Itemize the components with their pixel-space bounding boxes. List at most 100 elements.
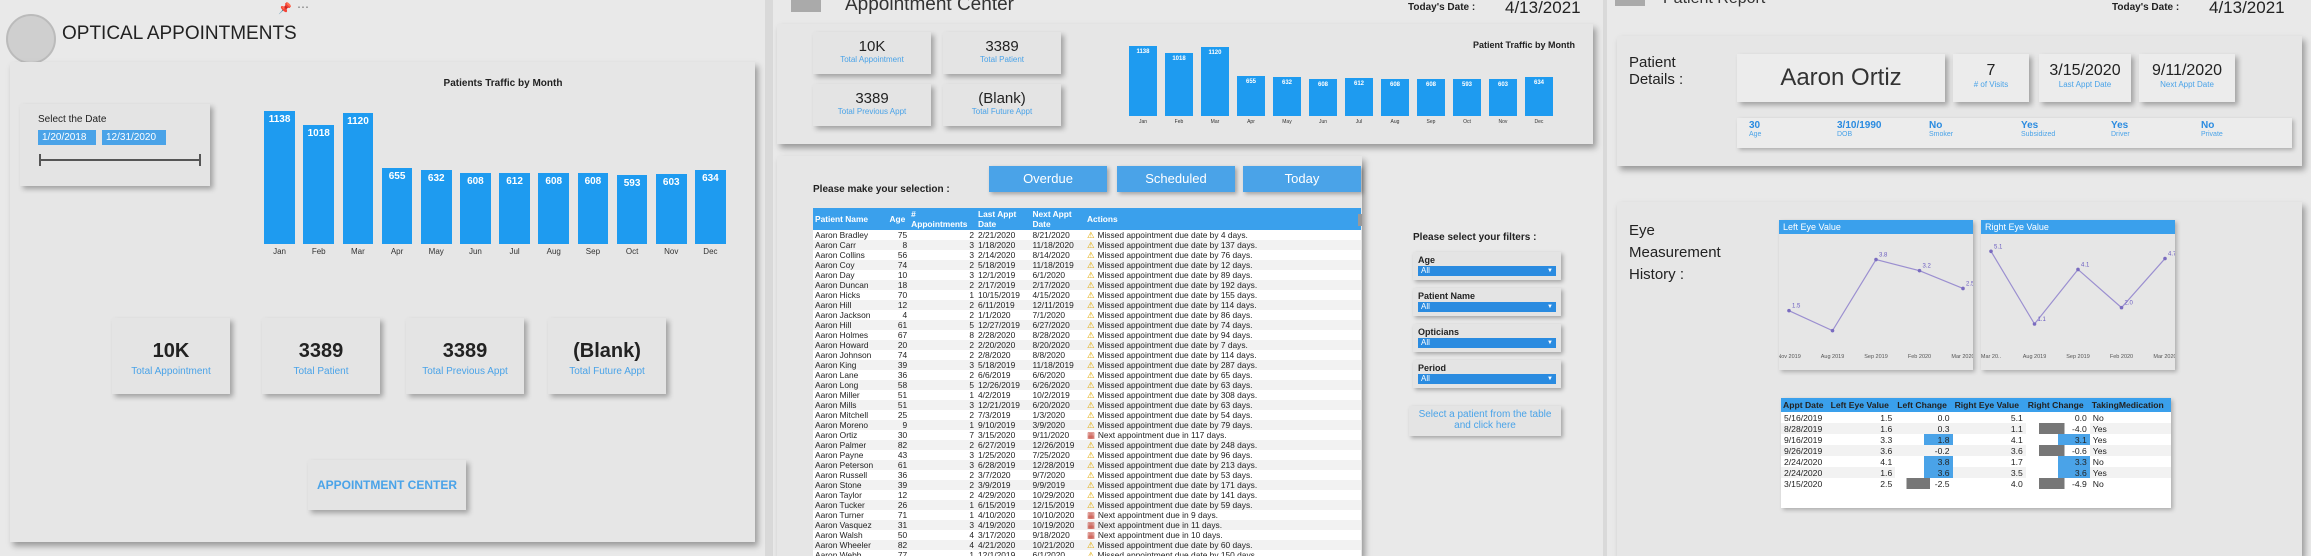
table-cell: ▦ Next appointment due in 9 days. [1085,510,1361,520]
table-row[interactable]: Aaron Peterson 61 3 6/28/2019 12/28/2019 ⚠ Mis… [813,460,1361,470]
column-header[interactable]: Actions [1084,208,1361,230]
home-icon[interactable] [791,0,821,12]
warning-icon: ⚠ [1086,370,1095,380]
table-row[interactable]: Aaron Stone 39 2 3/9/2019 9/9/2019 ⚠ Missed ap… [813,480,1361,490]
table-cell: 25 [897,410,908,420]
filter-button-scheduled[interactable]: Scheduled [1117,166,1235,192]
filter-button-overdue[interactable]: Overdue [989,166,1107,192]
home-icon[interactable] [1615,0,1645,6]
table-row[interactable]: Aaron Lane 36 2 6/6/2019 6/6/2020 ⚠ Missed app… [813,370,1361,380]
filter-dropdown[interactable]: All [1418,266,1556,276]
table-row[interactable]: Aaron Hill 61 5 12/27/2019 6/27/2020 ⚠ Missed … [813,320,1361,330]
left-eye-line-chart: 1.5 Nov 2019 Aug 2019 3.8 Sep 2019 3.2 Feb 202… [1777,253,1975,360]
table-row[interactable]: Aaron Collins 56 3 2/14/2020 8/14/2020 ⚠ Misse… [813,250,1361,260]
table-cell: -4.9 [2025,478,2090,489]
table-row[interactable]: Aaron Russell 36 2 3/7/2020 9/7/2020 ⚠ Missed … [813,470,1361,480]
column-header[interactable]: Left Change [1895,398,1953,412]
table-row[interactable]: Aaron Walsh 50 4 3/17/2020 9/18/2020 ▦ Next ap… [813,530,1361,540]
table-row[interactable]: Aaron Palmer 82 2 6/27/2019 12/26/2019 ⚠ Misse… [813,440,1361,450]
date-end-input[interactable]: 12/31/2020 [102,130,166,145]
table-row[interactable]: Aaron Taylor 12 2 4/29/2020 10/29/2020 ⚠ Misse… [813,490,1361,500]
filter-dropdown[interactable]: All [1418,302,1556,312]
table-row[interactable]: Aaron Howard 20 2 2/20/2020 8/20/2020 ⚠ Missed… [813,340,1361,350]
table-header-row: Patient Name Age # Appointments Last Appt D… [813,208,1361,230]
pin-icon[interactable]: 📌 [278,2,292,15]
table-row[interactable]: Aaron Jackson 4 2 1/1/2020 7/1/2020 ⚠ Missed a… [813,310,1361,320]
table-cell: 58 [897,380,908,390]
table-row[interactable]: Aaron Carr 8 3 1/18/2020 11/18/2020 ⚠ Missed a… [813,240,1361,250]
column-header[interactable]: Next Appt Date [1030,208,1085,230]
column-header[interactable]: Left Eye Value [1828,398,1896,412]
table-row[interactable]: Aaron Mills 51 3 12/21/2019 6/20/2020 ⚠ Missed… [813,400,1361,410]
column-header[interactable]: Appt Date [1781,398,1829,412]
filter-opticians[interactable]: Opticians All [1413,324,1561,352]
patient-name-card: Aaron Ortiz [1737,54,1945,102]
date-range-slider[interactable] [40,159,200,161]
appointment-center-button[interactable]: APPOINTMENT CENTER [308,460,466,510]
x-tick-label: Feb [1174,119,1184,125]
table-row[interactable]: 9/26/2019 3.6 -0.2 3.6 -0.6 Yes [1781,445,2171,456]
table-row[interactable]: Aaron Holmes 67 8 2/28/2020 8/28/2020 ⚠ Missed… [813,330,1361,340]
action-text: Next appointment due in 9 days. [1097,510,1218,520]
table-row[interactable]: 8/28/2019 1.6 0.3 1.1 -4.0 Yes [1781,423,2171,434]
table-cell: Aaron Mills [815,400,857,410]
bar-data-label: 655 [1245,78,1256,85]
table-row[interactable]: Aaron Bradley 75 2 2/21/2020 8/21/2020 ⚠ Misse… [813,230,1361,240]
action-text: Missed appointment due date by 96 days. [1097,450,1253,460]
table-row[interactable]: 2/24/2020 1.6 3.6 3.5 3.6 Yes [1781,467,2171,478]
table-row[interactable]: Aaron Coy 74 2 5/18/2019 11/18/2019 ⚠ Missed a… [813,260,1361,270]
table-row[interactable]: 5/16/2019 1.5 0.0 5.1 0.0 No [1781,412,2171,423]
table-scrollbar[interactable] [1358,214,1362,226]
patient-report-link[interactable]: Select a patient from the table and clic… [1409,406,1561,436]
table-row[interactable]: Aaron Miller 51 1 4/2/2019 10/2/2019 ⚠ Missed … [813,390,1361,400]
filter-age[interactable]: Age All [1413,252,1561,280]
table-row[interactable]: Aaron Moreno 9 1 9/10/2019 3/9/2020 ⚠ Missed a… [813,420,1361,430]
date-slicer[interactable]: Select the Date 1/20/2018 12/31/2020 [20,104,210,186]
warning-icon: ⚠ [1086,500,1095,510]
filter-dropdown[interactable]: All [1418,374,1556,384]
table-row[interactable]: Aaron Vasquez 31 3 4/19/2020 10/19/2020 ▦ Next… [813,520,1361,530]
action-text: Missed appointment due date by 59 days. [1097,500,1253,510]
filter-period[interactable]: Period All [1413,360,1561,388]
table-row[interactable]: Aaron Duncan 18 2 2/17/2019 2/17/2020 ⚠ Missed… [813,280,1361,290]
x-tick-label: Jul [1355,119,1363,125]
table-cell: 9/10/2019 [977,420,1016,430]
table-row[interactable]: Aaron Webb 77 1 12/1/2019 6/1/2020 ⚠ Missed ap… [813,550,1361,556]
filter-button-today[interactable]: Today [1243,166,1361,192]
table-row[interactable]: Aaron Long 58 5 12/26/2019 6/26/2020 ⚠ Missed … [813,380,1361,390]
table-cell: 1.6 [1880,423,1893,434]
column-header[interactable]: Last Appt Date [975,208,1031,230]
filter-patient-name[interactable]: Patient Name All [1413,288,1561,316]
table-cell: 1/3/2020 [1032,410,1066,420]
filter-dropdown[interactable]: All [1418,338,1556,348]
column-header[interactable]: Age [887,208,910,230]
table-cell: 1 [969,500,974,510]
table-row[interactable]: Aaron Wheeler 82 4 4/21/2020 10/21/2020 ⚠ Miss… [813,540,1361,550]
table-row[interactable]: Aaron Ortiz 30 7 3/15/2020 9/11/2020 ▦ Next ap… [813,430,1361,440]
more-options-icon[interactable]: ⋯ [297,0,309,14]
column-header[interactable]: Right Eye Value [1952,398,2026,412]
table-row[interactable]: Aaron Hill 12 2 6/11/2019 12/11/2019 ⚠ Missed … [813,300,1361,310]
table-row[interactable]: Aaron Turner 71 1 4/10/2020 10/10/2020 ▦ Next … [813,510,1361,520]
table-row[interactable]: 2/24/2020 4.1 3.8 1.7 3.3 No [1781,456,2171,467]
table-row[interactable]: Aaron Hicks 70 1 10/15/2019 4/15/2020 ⚠ Missed… [813,290,1361,300]
data-label: 4.1 [2081,262,2090,268]
table-row[interactable]: Aaron Payne 43 3 1/25/2020 7/25/2020 ⚠ Missed … [813,450,1361,460]
column-header[interactable]: # Appointments [909,208,976,230]
today-value: 4/13/2021 [2209,0,2285,17]
x-tick-label: Jul [509,247,520,256]
data-label: 3.2 [1923,264,1932,270]
column-header[interactable]: Patient Name [813,208,888,230]
table-row[interactable]: Aaron Day 10 3 12/1/2019 6/1/2020 ⚠ Missed app… [813,270,1361,280]
column-header[interactable]: TakingMedication [2089,398,2171,412]
table-row[interactable]: Aaron Mitchell 25 2 7/3/2019 1/3/2020 ⚠ Missed… [813,410,1361,420]
slider-handle-end[interactable] [199,154,201,166]
table-row[interactable]: Aaron Tucker 26 1 6/15/2019 12/15/2019 ⚠ Misse… [813,500,1361,510]
column-header[interactable]: Right Change [2025,398,2090,412]
slider-handle-start[interactable] [39,154,41,166]
table-row[interactable]: Aaron King 39 3 5/18/2019 11/18/2019 ⚠ Missed … [813,360,1361,370]
table-row[interactable]: Aaron Johnson 74 2 2/8/2020 8/8/2020 ⚠ Missed … [813,350,1361,360]
table-row[interactable]: 3/15/2020 2.5 -2.5 4.0 -4.9 No [1781,478,2171,489]
table-row[interactable]: 9/16/2019 3.3 1.8 4.1 3.1 Yes [1781,434,2171,445]
date-start-input[interactable]: 1/20/2018 [38,130,96,145]
